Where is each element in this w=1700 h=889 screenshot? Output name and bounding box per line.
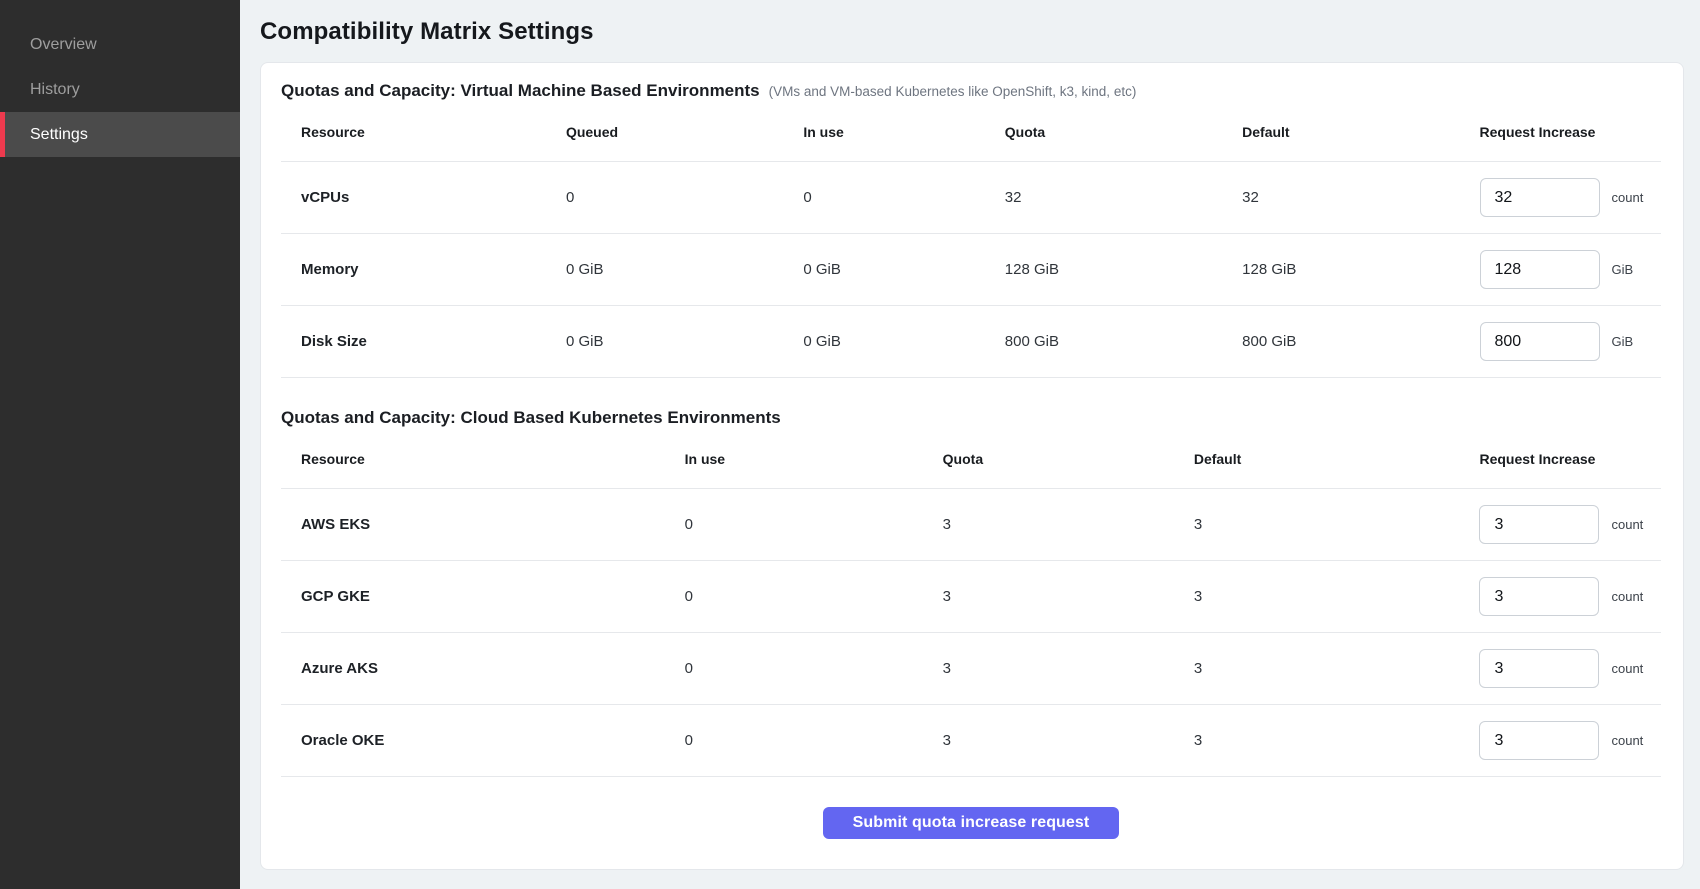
column-header: Resource xyxy=(281,103,546,162)
quota-section: Quotas and Capacity: Cloud Based Kuberne… xyxy=(281,406,1661,777)
value-cell: 0 xyxy=(546,162,783,234)
value-cell: 128 GiB xyxy=(985,234,1222,306)
unit-label: count xyxy=(1611,516,1643,534)
unit-label: count xyxy=(1612,189,1644,207)
unit-label: count xyxy=(1611,660,1643,678)
value-cell: 0 xyxy=(665,489,923,561)
request-increase-wrap: count xyxy=(1479,577,1661,616)
resource-name: vCPUs xyxy=(281,162,546,234)
column-header: Default xyxy=(1222,103,1459,162)
table-row: AWS EKS033count xyxy=(281,489,1661,561)
table-header-row: ResourceQueuedIn useQuotaDefaultRequest … xyxy=(281,103,1661,162)
request-increase-cell: GiB xyxy=(1460,234,1662,306)
value-cell: 0 GiB xyxy=(546,306,783,378)
quota-table: ResourceIn useQuotaDefaultRequest Increa… xyxy=(281,430,1661,777)
table-row: GCP GKE033count xyxy=(281,561,1661,633)
value-cell: 3 xyxy=(923,633,1174,705)
value-cell: 0 xyxy=(665,633,923,705)
request-increase-wrap: count xyxy=(1479,505,1661,544)
main-content: Compatibility Matrix Settings Quotas and… xyxy=(240,0,1700,889)
value-cell: 3 xyxy=(923,561,1174,633)
table-row: Azure AKS033count xyxy=(281,633,1661,705)
value-cell: 3 xyxy=(923,489,1174,561)
value-cell: 3 xyxy=(1174,489,1460,561)
value-cell: 32 xyxy=(985,162,1222,234)
request-increase-cell: count xyxy=(1459,561,1661,633)
unit-label: GiB xyxy=(1612,333,1634,351)
quota-section: Quotas and Capacity: Virtual Machine Bas… xyxy=(281,79,1661,378)
unit-label: count xyxy=(1611,732,1643,750)
table-header-row: ResourceIn useQuotaDefaultRequest Increa… xyxy=(281,430,1661,489)
section-title: Quotas and Capacity: Virtual Machine Bas… xyxy=(281,79,760,103)
column-header: Quota xyxy=(985,103,1222,162)
sidebar-item-history[interactable]: History xyxy=(0,67,240,112)
value-cell: 3 xyxy=(1174,633,1460,705)
value-cell: 3 xyxy=(1174,705,1460,777)
column-header: Quota xyxy=(923,430,1174,489)
value-cell: 0 GiB xyxy=(783,234,984,306)
unit-label: GiB xyxy=(1612,261,1634,279)
column-header: In use xyxy=(783,103,984,162)
request-increase-cell: count xyxy=(1459,633,1661,705)
resource-name: Memory xyxy=(281,234,546,306)
column-header: In use xyxy=(665,430,923,489)
value-cell: 800 GiB xyxy=(1222,306,1459,378)
value-cell: 0 xyxy=(665,561,923,633)
resource-name: Disk Size xyxy=(281,306,546,378)
column-header: Queued xyxy=(546,103,783,162)
request-increase-input[interactable] xyxy=(1479,505,1599,544)
value-cell: 3 xyxy=(1174,561,1460,633)
button-row: Submit quota increase request xyxy=(281,807,1661,839)
submit-quota-button[interactable]: Submit quota increase request xyxy=(823,807,1120,839)
value-cell: 0 GiB xyxy=(546,234,783,306)
sidebar-item-overview[interactable]: Overview xyxy=(0,22,240,67)
table-row: Oracle OKE033count xyxy=(281,705,1661,777)
page-title: Compatibility Matrix Settings xyxy=(260,18,1684,46)
request-increase-cell: count xyxy=(1459,705,1661,777)
request-increase-wrap: count xyxy=(1480,178,1662,217)
request-increase-wrap: count xyxy=(1479,649,1661,688)
request-increase-wrap: GiB xyxy=(1480,250,1662,289)
request-increase-input[interactable] xyxy=(1479,721,1599,760)
column-header: Request Increase xyxy=(1459,430,1661,489)
section-subtitle: (VMs and VM-based Kubernetes like OpenSh… xyxy=(769,84,1137,99)
column-header: Resource xyxy=(281,430,665,489)
sidebar-item-settings[interactable]: Settings xyxy=(0,112,240,157)
request-increase-cell: count xyxy=(1460,162,1662,234)
request-increase-input[interactable] xyxy=(1480,178,1600,217)
value-cell: 32 xyxy=(1222,162,1459,234)
column-header: Request Increase xyxy=(1460,103,1662,162)
value-cell: 0 xyxy=(783,162,984,234)
value-cell: 128 GiB xyxy=(1222,234,1459,306)
table-row: Memory0 GiB0 GiB128 GiB128 GiBGiB xyxy=(281,234,1661,306)
unit-label: count xyxy=(1611,588,1643,606)
section-title: Quotas and Capacity: Cloud Based Kuberne… xyxy=(281,406,781,430)
value-cell: 3 xyxy=(923,705,1174,777)
request-increase-input[interactable] xyxy=(1479,649,1599,688)
value-cell: 800 GiB xyxy=(985,306,1222,378)
request-increase-input[interactable] xyxy=(1479,577,1599,616)
table-row: Disk Size0 GiB0 GiB800 GiB800 GiBGiB xyxy=(281,306,1661,378)
resource-name: Azure AKS xyxy=(281,633,665,705)
column-header: Default xyxy=(1174,430,1460,489)
request-increase-cell: count xyxy=(1459,489,1661,561)
request-increase-wrap: count xyxy=(1479,721,1661,760)
request-increase-input[interactable] xyxy=(1480,250,1600,289)
table-row: vCPUs003232count xyxy=(281,162,1661,234)
resource-name: Oracle OKE xyxy=(281,705,665,777)
section-heading: Quotas and Capacity: Virtual Machine Bas… xyxy=(281,79,1661,103)
request-increase-wrap: GiB xyxy=(1480,322,1662,361)
section-heading: Quotas and Capacity: Cloud Based Kuberne… xyxy=(281,406,1661,430)
sidebar: Overview History Settings xyxy=(0,0,240,889)
value-cell: 0 xyxy=(665,705,923,777)
request-increase-cell: GiB xyxy=(1460,306,1662,378)
settings-card: Quotas and Capacity: Virtual Machine Bas… xyxy=(260,62,1684,870)
resource-name: GCP GKE xyxy=(281,561,665,633)
value-cell: 0 GiB xyxy=(783,306,984,378)
quota-table: ResourceQueuedIn useQuotaDefaultRequest … xyxy=(281,103,1661,378)
request-increase-input[interactable] xyxy=(1480,322,1600,361)
resource-name: AWS EKS xyxy=(281,489,665,561)
